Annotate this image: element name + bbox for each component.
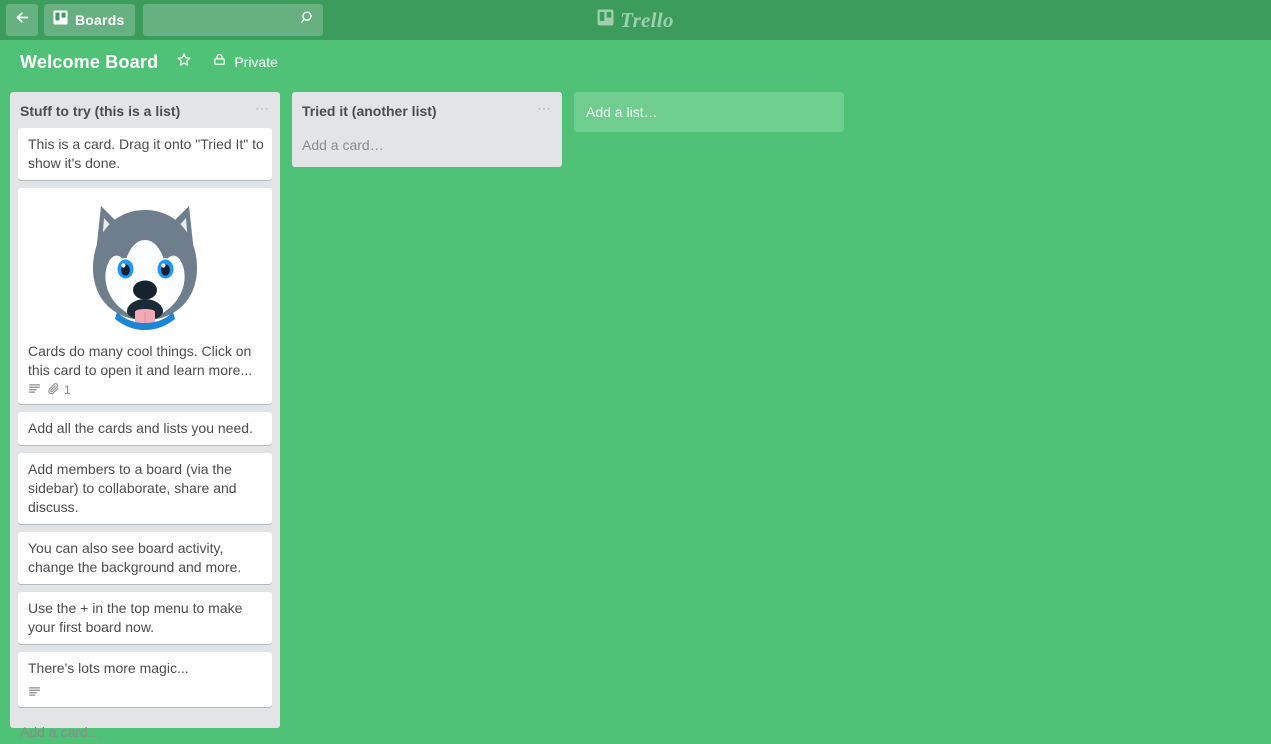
card[interactable]: You can also see board activity, change …	[18, 532, 272, 584]
card[interactable]: This is a card. Drag it onto "Tried It" …	[18, 128, 272, 180]
description-badge	[28, 382, 41, 397]
board-grid-icon	[53, 10, 68, 30]
search-input[interactable]	[143, 4, 323, 36]
search-box[interactable]	[143, 4, 323, 36]
card-title: Add all the cards and lists you need.	[18, 412, 272, 445]
card-title: You can also see board activity, change …	[18, 532, 272, 584]
back-arrow-icon	[14, 9, 31, 31]
husky-dog-image	[65, 196, 225, 336]
card-badges	[18, 685, 272, 707]
board-canvas: Stuff to try (this is a list) ⋯ This is …	[0, 84, 1271, 744]
list-stuff-to-try: Stuff to try (this is a list) ⋯ This is …	[10, 92, 280, 728]
trello-logo-icon	[597, 9, 614, 31]
list-title: Stuff to try (this is a list)	[20, 103, 180, 119]
card[interactable]: Add all the cards and lists you need.	[18, 412, 272, 445]
list-header: Tried it (another list) ⋯	[292, 92, 562, 128]
attachment-icon	[47, 382, 60, 397]
card-cover-image	[18, 188, 272, 336]
star-board-button[interactable]	[168, 47, 200, 77]
add-list-button[interactable]: Add a list…	[574, 92, 844, 132]
card[interactable]: Add members to a board (via the sidebar)…	[18, 453, 272, 524]
attachment-count: 1	[64, 384, 71, 396]
card[interactable]: There's lots more magic...	[18, 652, 272, 707]
description-icon	[28, 382, 41, 397]
lock-icon	[212, 52, 227, 72]
add-card-button[interactable]: Add a card…	[292, 128, 562, 165]
list-header: Stuff to try (this is a list) ⋯	[10, 92, 280, 128]
card-title: This is a card. Drag it onto "Tried It" …	[18, 128, 272, 180]
card[interactable]: Cards do many cool things. Click on this…	[18, 188, 272, 404]
back-button[interactable]	[6, 4, 38, 36]
boards-button[interactable]: Boards	[44, 4, 135, 36]
add-card-button[interactable]: Add a card…	[10, 715, 280, 744]
card-title: Cards do many cool things. Click on this…	[18, 336, 272, 382]
card[interactable]: Use the + in the top menu to make your f…	[18, 592, 272, 644]
card-title: Add members to a board (via the sidebar)…	[18, 453, 272, 524]
trello-wordmark: Trello	[620, 10, 674, 31]
card-title: There's lots more magic...	[18, 652, 272, 685]
star-outline-icon	[176, 52, 192, 73]
top-navigation-bar: Boards Trello	[0, 0, 1271, 40]
list-title: Tried it (another list)	[302, 103, 437, 119]
description-badge	[28, 685, 41, 700]
ellipsis-icon[interactable]: ⋯	[253, 103, 272, 113]
list-tried-it: Tried it (another list) ⋯ Add a card…	[292, 92, 562, 167]
list-cards: This is a card. Drag it onto "Tried It" …	[10, 128, 280, 715]
board-visibility-label: Private	[234, 55, 278, 69]
boards-button-label: Boards	[75, 13, 124, 27]
card-title: Use the + in the top menu to make your f…	[18, 592, 272, 644]
description-icon	[28, 685, 41, 700]
attachment-badge: 1	[47, 382, 71, 397]
ellipsis-icon[interactable]: ⋯	[535, 103, 554, 113]
board-title: Welcome Board	[20, 52, 158, 73]
add-list-label: Add a list…	[586, 104, 658, 120]
card-badges: 1	[18, 382, 272, 404]
board-visibility-button[interactable]: Private	[204, 47, 286, 77]
board-header: Welcome Board Private	[0, 40, 1271, 84]
